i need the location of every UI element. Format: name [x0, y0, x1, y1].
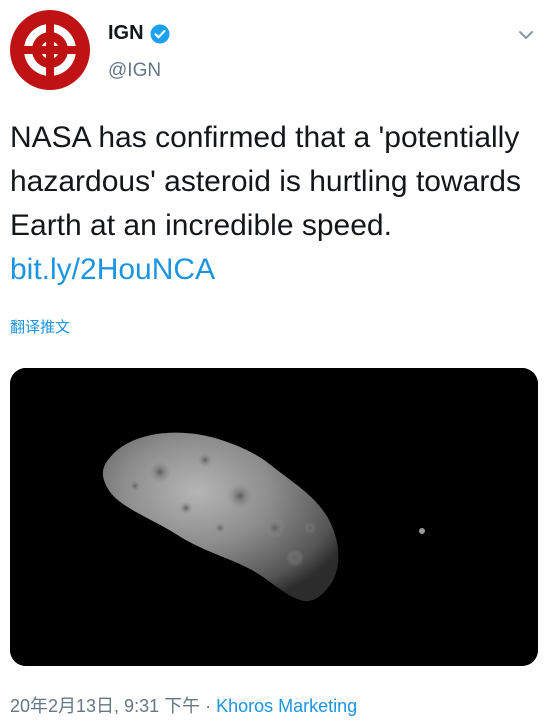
chevron-down-icon[interactable]	[518, 28, 534, 40]
translate-tweet-link[interactable]: 翻译推文	[10, 316, 70, 337]
tweet-link[interactable]: bit.ly/2HouNCA	[10, 253, 215, 286]
author-name-row[interactable]: IGN	[108, 22, 170, 45]
source-app-link[interactable]: Khoros Marketing	[216, 696, 357, 716]
asteroid-photo	[10, 368, 538, 666]
tweet-meta: 20年2月13日, 9:31 下午 · Khoros Marketing	[10, 692, 357, 718]
tweet-body: NASA has confirmed that a 'potentially h…	[10, 121, 521, 242]
meta-separator: ·	[200, 696, 217, 716]
user-handle[interactable]: @IGN	[108, 60, 161, 82]
ign-logo-icon[interactable]	[10, 10, 90, 90]
timestamp[interactable]: 20年2月13日, 9:31 下午	[10, 696, 200, 716]
verified-badge-icon	[150, 24, 170, 44]
tweet-media-image[interactable]	[10, 368, 538, 666]
display-name[interactable]: IGN	[108, 22, 144, 45]
tweet-text: NASA has confirmed that a 'potentially h…	[10, 116, 540, 292]
tweet-card: IGN @IGN NASA has confirmed that a 'pote…	[0, 0, 550, 728]
